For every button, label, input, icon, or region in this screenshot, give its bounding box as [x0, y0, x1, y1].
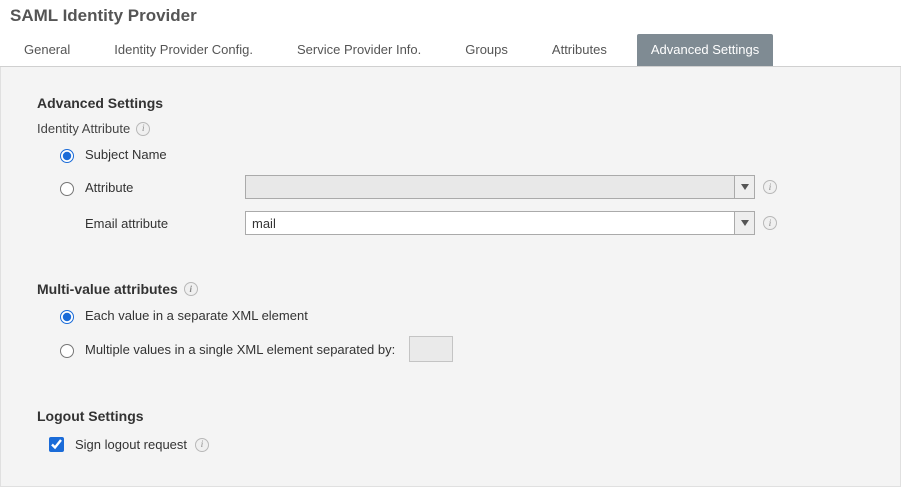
- chevron-down-icon: [734, 176, 754, 198]
- section-advanced-settings: Advanced Settings: [37, 95, 864, 111]
- section-multi-value-attributes-label: Multi-value attributes: [37, 281, 178, 297]
- radio-separate-elements-label[interactable]: Each value in a separate XML element: [85, 308, 308, 323]
- identity-attribute-label: Identity Attribute: [37, 121, 130, 136]
- section-logout-settings: Logout Settings: [37, 408, 864, 424]
- tab-groups[interactable]: Groups: [451, 34, 522, 66]
- radio-attribute[interactable]: [60, 182, 74, 196]
- section-multi-value-attributes: Multi-value attributes i: [37, 281, 864, 297]
- tab-service-provider-info[interactable]: Service Provider Info.: [283, 34, 435, 66]
- identity-attribute-attribute-row: Attribute i: [55, 175, 864, 199]
- multi-single-row: Multiple values in a single XML element …: [55, 336, 864, 362]
- info-icon[interactable]: i: [195, 438, 209, 452]
- section-logout-settings-label: Logout Settings: [37, 408, 144, 424]
- checkbox-sign-logout-request-label[interactable]: Sign logout request: [75, 437, 187, 452]
- identity-attribute-label-row: Identity Attribute i: [37, 121, 864, 136]
- radio-attribute-label[interactable]: Attribute: [85, 180, 133, 195]
- chevron-down-icon: [734, 212, 754, 234]
- info-icon[interactable]: i: [763, 216, 777, 230]
- info-icon[interactable]: i: [763, 180, 777, 194]
- radio-single-element-label[interactable]: Multiple values in a single XML element …: [85, 342, 395, 357]
- radio-subject-name-label[interactable]: Subject Name: [85, 147, 167, 162]
- tab-advanced-settings[interactable]: Advanced Settings: [637, 34, 773, 66]
- radio-single-element[interactable]: [60, 344, 74, 358]
- attribute-select[interactable]: [245, 175, 755, 199]
- tab-general[interactable]: General: [10, 34, 84, 66]
- sign-logout-request-row: Sign logout request i: [45, 434, 864, 455]
- email-attribute-select[interactable]: mail: [245, 211, 755, 235]
- info-icon[interactable]: i: [184, 282, 198, 296]
- radio-separate-elements[interactable]: [60, 310, 74, 324]
- separator-input[interactable]: [409, 336, 453, 362]
- identity-attribute-subject-name-row: Subject Name: [55, 146, 864, 163]
- radio-subject-name[interactable]: [60, 149, 74, 163]
- multi-separate-row: Each value in a separate XML element: [55, 307, 864, 324]
- info-icon[interactable]: i: [136, 122, 150, 136]
- page-title: SAML Identity Provider: [0, 0, 901, 34]
- tab-identity-provider-config[interactable]: Identity Provider Config.: [100, 34, 267, 66]
- tab-bar: General Identity Provider Config. Servic…: [0, 34, 901, 67]
- email-attribute-row: Email attribute mail i: [55, 211, 864, 235]
- email-attribute-label: Email attribute: [85, 216, 168, 231]
- tab-attributes[interactable]: Attributes: [538, 34, 621, 66]
- advanced-settings-panel: Advanced Settings Identity Attribute i S…: [0, 67, 901, 487]
- section-advanced-settings-label: Advanced Settings: [37, 95, 163, 111]
- checkbox-sign-logout-request[interactable]: [49, 437, 64, 452]
- email-attribute-value: mail: [246, 216, 734, 231]
